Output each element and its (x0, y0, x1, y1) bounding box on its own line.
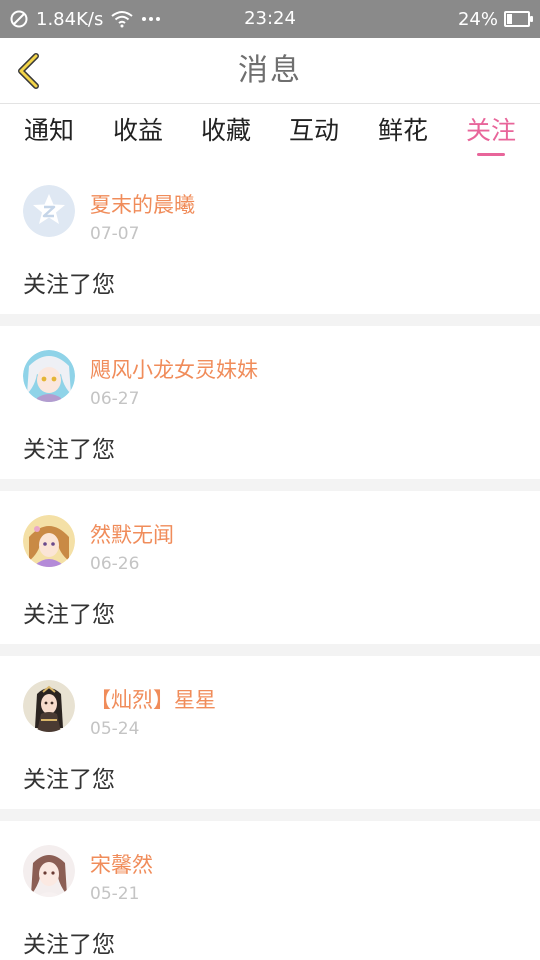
user-avatar-icon[interactable] (23, 515, 75, 567)
user-name[interactable]: 【灿烈】星星 (90, 684, 216, 714)
user-avatar-icon[interactable] (23, 845, 75, 897)
status-right: 24% (457, 0, 533, 38)
message-text: 关注了您 (23, 767, 115, 793)
message-date: 06-27 (90, 389, 140, 409)
user-name[interactable]: 飓风小龙女灵妹妹 (90, 354, 258, 384)
tab-favorites[interactable]: 收藏 (186, 104, 266, 162)
tab-label: 鲜花 (377, 116, 428, 145)
message-text: 关注了您 (23, 437, 115, 463)
message-date: 05-21 (90, 884, 140, 904)
tab-label: 通知 (23, 116, 74, 145)
user-name[interactable]: 然默无闻 (90, 519, 174, 549)
message-text: 关注了您 (23, 602, 115, 628)
message-list: 夏末的晨曦 07-07 关注了您 飓风小龙女灵妹妹 06-27 关注了您 然默无… (0, 161, 540, 960)
active-tab-indicator (477, 153, 505, 156)
tab-label: 收益 (112, 116, 163, 145)
tab-bar: 通知 收益 收藏 互动 鲜花 关注 (0, 103, 540, 161)
user-name[interactable]: 夏末的晨曦 (90, 189, 195, 219)
list-item[interactable]: 宋馨然 05-21 关注了您 (0, 821, 540, 960)
tab-interaction[interactable]: 互动 (274, 104, 354, 162)
tab-earnings[interactable]: 收益 (98, 104, 178, 162)
header: 消息 (0, 38, 540, 103)
default-avatar-icon[interactable] (23, 185, 75, 237)
tab-label: 互动 (288, 116, 339, 145)
list-item[interactable]: 飓风小龙女灵妹妹 06-27 关注了您 (0, 326, 540, 479)
list-item[interactable]: 然默无闻 06-26 关注了您 (0, 491, 540, 644)
message-date: 07-07 (90, 224, 140, 244)
page-title: 消息 (238, 53, 302, 88)
user-avatar-icon[interactable] (23, 350, 75, 402)
tab-label: 关注 (465, 116, 516, 145)
tab-flowers[interactable]: 鲜花 (363, 104, 443, 162)
message-date: 05-24 (90, 719, 140, 739)
message-text: 关注了您 (23, 932, 115, 958)
message-text: 关注了您 (23, 272, 115, 298)
battery-percent: 24% (457, 8, 498, 30)
list-item[interactable]: 夏末的晨曦 07-07 关注了您 (0, 161, 540, 314)
list-item[interactable]: 【灿烈】星星 05-24 关注了您 (0, 656, 540, 809)
status-bar: 1.84K/s 23:24 24% (0, 0, 540, 38)
tab-follow[interactable]: 关注 (451, 104, 531, 162)
message-date: 06-26 (90, 554, 140, 574)
user-name[interactable]: 宋馨然 (90, 849, 153, 879)
tab-notice[interactable]: 通知 (9, 104, 89, 162)
tab-label: 收藏 (200, 116, 251, 145)
user-avatar-icon[interactable] (23, 680, 75, 732)
battery-icon (504, 11, 533, 27)
